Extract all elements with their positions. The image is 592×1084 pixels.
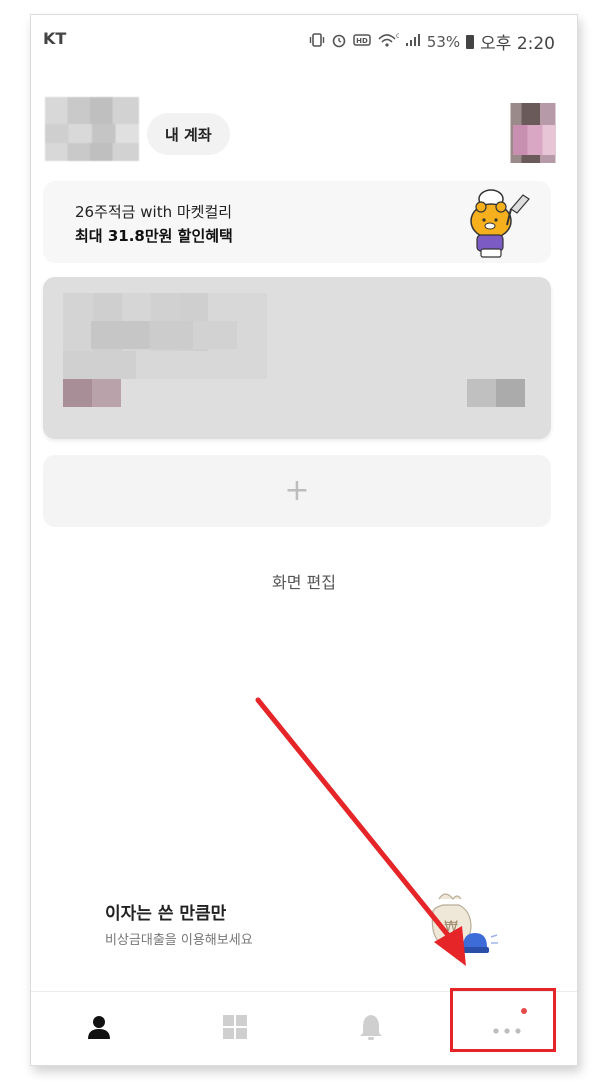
- account-card[interactable]: [43, 277, 551, 439]
- grid-icon: [222, 1014, 248, 1044]
- status-bar: KT HD G 53% 오후 2:20: [31, 15, 577, 57]
- battery-percent: 53%: [426, 32, 461, 51]
- loan-banner-title[interactable]: 이자는 쓴 만큼만: [105, 899, 226, 924]
- vibrate-icon: [309, 32, 325, 52]
- edit-screen-link[interactable]: 화면 편집: [31, 569, 577, 593]
- battery-icon: [466, 34, 475, 49]
- account-badge-redacted: [63, 379, 121, 407]
- add-account-button[interactable]: +: [43, 455, 551, 527]
- promo-line1: 26주적금 with 마켓컬리: [75, 203, 233, 221]
- account-balance-redacted: [467, 379, 525, 407]
- promo-line2: 최대 31.8만원 할인혜택: [75, 227, 233, 245]
- svg-text:G: G: [396, 33, 399, 40]
- account-name-redacted: [63, 293, 267, 379]
- svg-text:HD: HD: [356, 37, 368, 45]
- nav-tab-my[interactable]: [31, 992, 167, 1065]
- signal-icon: [405, 33, 421, 51]
- money-bag-siren-icon: ₩: [419, 881, 499, 961]
- plus-icon: +: [284, 473, 310, 508]
- status-icons: HD G 53% 오후 2:20: [309, 29, 555, 54]
- avatar[interactable]: [503, 103, 565, 163]
- alarm-icon: [331, 32, 347, 52]
- header: 내 계좌: [31, 93, 577, 163]
- loan-banner-subtitle: 비상금대출을 이용해보세요: [105, 933, 253, 948]
- nav-tab-notifications[interactable]: [303, 992, 439, 1065]
- bag-currency-symbol: ₩: [444, 919, 458, 935]
- promo-banner[interactable]: 26주적금 with 마켓컬리 최대 31.8만원 할인혜택: [43, 181, 551, 263]
- user-name-redacted: [45, 97, 139, 161]
- my-account-button[interactable]: 내 계좌: [147, 113, 230, 155]
- bell-icon: [358, 1013, 384, 1045]
- hd-icon: HD: [353, 33, 371, 51]
- wifi-icon: G: [377, 32, 401, 52]
- nav-tab-services[interactable]: [167, 992, 303, 1065]
- person-icon: [86, 1014, 112, 1044]
- app-screen: KT HD G 53% 오후 2:20 내 계좌 26주적금 with 마켓컬리…: [31, 15, 577, 1065]
- chef-character-icon: [467, 187, 537, 261]
- status-time: 오후 2:20: [480, 34, 555, 54]
- annotation-highlight-box: [450, 988, 556, 1052]
- carrier-label: KT: [43, 29, 67, 48]
- phone-screen-frame: KT HD G 53% 오후 2:20 내 계좌 26주적금 with 마켓컬리…: [30, 14, 578, 1066]
